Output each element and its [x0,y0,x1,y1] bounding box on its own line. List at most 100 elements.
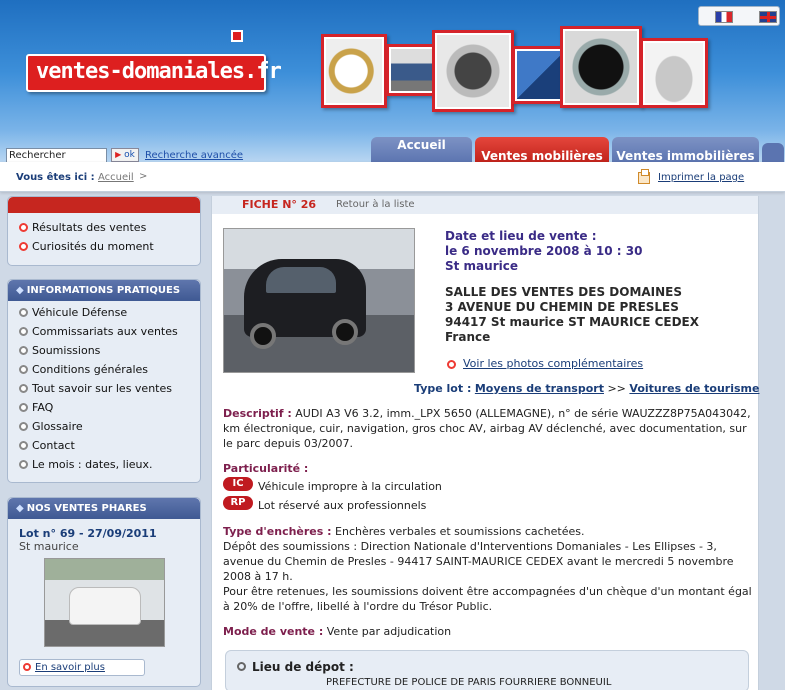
encheres-paragraph: Type d'enchères : Enchères verbales et s… [223,524,753,614]
bullet-icon [19,242,28,251]
ventes-phares-header: ◆ NOS VENTES PHARES [8,498,200,519]
bullet-icon [19,422,28,431]
mode-vente-label: Mode de vente : [223,625,324,638]
teapot-photo [640,38,708,108]
sale-postal: 94417 St maurice ST MAURICE CEDEX [445,315,699,329]
menu-item-soumissions[interactable]: Soumissions [19,344,100,357]
search-ok-button[interactable]: ▶ ok [111,148,139,162]
tab-ventes-mobilieres[interactable]: Ventes mobilières [475,137,609,163]
bullet-icon [19,403,28,412]
chevron-icon: ◆ [16,503,24,514]
info-pratiques-box: ◆ INFORMATIONS PRATIQUES Véhicule Défense… [7,279,201,483]
type-lot-subcategory-link[interactable]: Voitures de tourisme [629,382,759,395]
menu-item-tout-savoir[interactable]: Tout savoir sur les ventes [19,382,172,395]
menu-item-label: Tout savoir sur les ventes [32,382,172,395]
type-lot-category-link[interactable]: Moyens de transport [475,382,604,395]
car-wheel-shape [332,319,358,345]
particularite-label: Particularité : [223,462,309,475]
french-flag-icon[interactable] [715,11,733,23]
depot-bullet-icon [237,662,246,671]
bullet-icon [19,223,28,232]
badge-rp-text: Lot réservé aux professionnels [258,499,427,512]
lieu-depot-value: PREFECTURE DE POLICE DE PARIS FOURRIERE … [326,677,612,688]
pocket-watch-photo [321,34,387,108]
menu-item-curiosites[interactable]: Curiosités du moment [19,240,154,253]
type-lot-label: Type lot : [414,382,472,395]
tab-ventes-immobilieres[interactable]: Ventes immobilières [612,137,759,163]
english-flag-icon[interactable] [759,11,777,23]
menu-item-label: Conditions générales [32,363,149,376]
menu-item-vehicule-defense[interactable]: Véhicule Défense [19,306,127,319]
washing-machine-photo [432,30,514,112]
car-wheel-shape [250,323,276,349]
menu-item-glossaire[interactable]: Glossaire [19,420,83,433]
menu-item-label: FAQ [32,401,54,414]
bullet-icon [19,460,28,469]
tab-end-cap [762,143,784,163]
badge-ic: IC [223,477,253,491]
badge-ic-text: Véhicule impropre à la circulation [258,480,442,493]
ventes-phares-title: NOS VENTES PHARES [26,503,147,514]
fiche-number: FICHE N° 26 [242,198,317,211]
photos-bullet-icon [447,360,456,369]
descriptif-text: AUDI A3 V6 3.2, imm._LPX 5650 (ALLEMAGNE… [223,407,751,450]
bullet-icon [19,365,28,374]
menu-item-resultats[interactable]: Résultats des ventes [19,221,146,234]
sale-date-title: Date et lieu de vente : [445,229,597,243]
ventes-phares-box: ◆ NOS VENTES PHARES Lot n° 69 - 27/09/201… [7,497,201,687]
quick-links-box: Résultats des ventes Curiosités du momen… [7,196,201,266]
lieu-depot-box: Lieu de dépot : PREFECTURE DE POLICE DE … [225,650,749,690]
cheque-text: Pour être retenues, les soumissions doiv… [223,585,752,613]
bullet-icon [23,663,31,671]
site-logo[interactable]: ventes-domaniales.fr [26,54,282,92]
print-page-link[interactable]: Imprimer la page [658,172,744,183]
menu-item-label: Résultats des ventes [32,221,147,234]
menu-item-label: Commissariats aux ventes [32,325,178,338]
lot-main-photo[interactable] [223,228,415,373]
lot-detail-panel: FICHE N° 26 Retour à la liste Date et li… [211,196,759,690]
search-ok-label: ok [124,150,135,160]
chevron-icon: ◆ [16,285,24,296]
menu-item-conditions[interactable]: Conditions générales [19,363,148,376]
tab-accueil[interactable]: Accueil [371,137,472,163]
sale-city: St maurice [445,259,518,273]
phares-lot-photo[interactable] [44,558,165,647]
menu-item-label: Contact [32,439,75,452]
menu-item-label: Curiosités du moment [32,240,154,253]
menu-item-le-mois[interactable]: Le mois : dates, lieux. [19,458,153,471]
phares-lot-title: Lot n° 69 - 27/09/2011 [19,527,157,540]
sale-venue: SALLE DES VENTES DES DOMAINES [445,285,683,299]
sale-street: 3 AVENUE DU CHEMIN DE PRESLES [445,300,679,314]
badge-rp: RP [223,496,253,510]
logo-dot-icon [231,30,243,42]
wristwatch-photo [560,26,642,108]
menu-item-label: Soumissions [32,344,101,357]
descriptif-label: Descriptif : [223,407,292,420]
language-switcher [698,6,780,26]
menu-item-commissariats[interactable]: Commissariats aux ventes [19,325,178,338]
menu-item-label: Le mois : dates, lieux. [32,458,153,471]
more-photos-link[interactable]: Voir les photos complémentaires [463,357,643,370]
back-to-list-link[interactable]: Retour à la liste [336,199,415,210]
sale-date: le 6 novembre 2008 à 10 : 30 [445,244,643,258]
search-input[interactable] [6,148,107,163]
en-savoir-plus-button[interactable]: En savoir plus [19,659,145,676]
menu-item-label: Glossaire [32,420,83,433]
en-savoir-plus-link[interactable]: En savoir plus [35,662,105,673]
info-pratiques-header: ◆ INFORMATIONS PRATIQUES [8,280,200,301]
printer-icon[interactable] [638,169,650,184]
lieu-depot-label: Lieu de dépot : [252,660,354,674]
bullet-icon [19,384,28,393]
bullet-icon [19,346,28,355]
encheres-label: Type d'enchères : [223,525,332,538]
breadcrumb-label: Vous êtes ici : [16,172,95,183]
bullet-icon [19,327,28,336]
breadcrumb-home-link[interactable]: Accueil [98,172,134,183]
type-lot-separator: >> [607,382,626,395]
menu-item-label: Véhicule Défense [32,306,128,319]
menu-item-faq[interactable]: FAQ [19,401,53,414]
menu-item-contact[interactable]: Contact [19,439,75,452]
advanced-search-link[interactable]: Recherche avancée [145,150,243,161]
encheres-text: Enchères verbales et soumissions cacheté… [335,525,585,538]
mode-vente-paragraph: Mode de vente : Vente par adjudication [223,624,753,639]
